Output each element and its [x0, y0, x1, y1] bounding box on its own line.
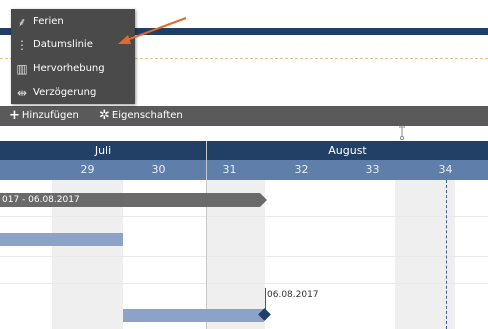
properties-button[interactable]: ✲ Eigenschaften: [99, 106, 183, 126]
task-bar[interactable]: [0, 233, 123, 246]
row-line: [0, 283, 488, 284]
toolbar: + Hinzufügen ✲ Eigenschaften: [0, 106, 488, 126]
plus-icon: +: [9, 108, 20, 123]
summary-bar-label: 017 - 06.08.2017: [2, 195, 80, 205]
week-label: 33: [365, 163, 380, 176]
menu-item-label: Verzögerung: [33, 87, 97, 98]
menu-item-label: Ferien: [33, 16, 64, 27]
task-bar[interactable]: [123, 309, 264, 322]
week-label: 28: [0, 160, 26, 180]
row-line: [0, 256, 488, 257]
week-label: 29: [80, 163, 95, 176]
date-line-icon: ⋮: [16, 37, 28, 52]
week-label: 30: [151, 163, 166, 176]
milestone-label: 06.08.2017: [267, 290, 319, 300]
add-button[interactable]: + Hinzufügen: [9, 106, 79, 126]
menu-item-datumslinie[interactable]: ⋮ Datumslinie: [11, 33, 135, 56]
add-button-label: Hinzufügen: [21, 110, 79, 121]
insert-menu: ⸙ Ferien ⋮ Datumslinie ▥ Hervorhebung ⇹ …: [11, 9, 135, 104]
month-label: Juli: [94, 144, 112, 157]
milestone-leader-line: [265, 288, 266, 310]
week-label: 32: [294, 163, 309, 176]
date-line-marker: [446, 180, 447, 329]
month-header: Juli August: [0, 141, 488, 160]
palm-tree-icon: ⸙: [17, 15, 27, 29]
row-line: [0, 216, 488, 217]
week-header: 28 29 30 31 32 33 34: [0, 160, 488, 180]
menu-item-label: Hervorhebung: [33, 63, 105, 74]
gear-icon: ✲: [99, 108, 110, 123]
week-label: 34: [438, 163, 453, 176]
highlight-icon: ▥: [16, 61, 28, 76]
menu-item-verzoegerung[interactable]: ⇹ Verzögerung: [11, 81, 135, 104]
properties-button-label: Eigenschaften: [111, 110, 183, 121]
menu-item-label: Datumslinie: [33, 39, 93, 50]
month-divider: [206, 141, 207, 329]
resize-handle-icon[interactable]: [397, 126, 407, 141]
week-label: 31: [222, 163, 237, 176]
menu-item-ferien[interactable]: ⸙ Ferien: [11, 10, 135, 33]
delay-icon: ⇹: [16, 85, 28, 100]
menu-item-hervorhebung[interactable]: ▥ Hervorhebung: [11, 57, 135, 80]
summary-bar-tip: [260, 193, 267, 207]
month-label: August: [328, 144, 367, 157]
